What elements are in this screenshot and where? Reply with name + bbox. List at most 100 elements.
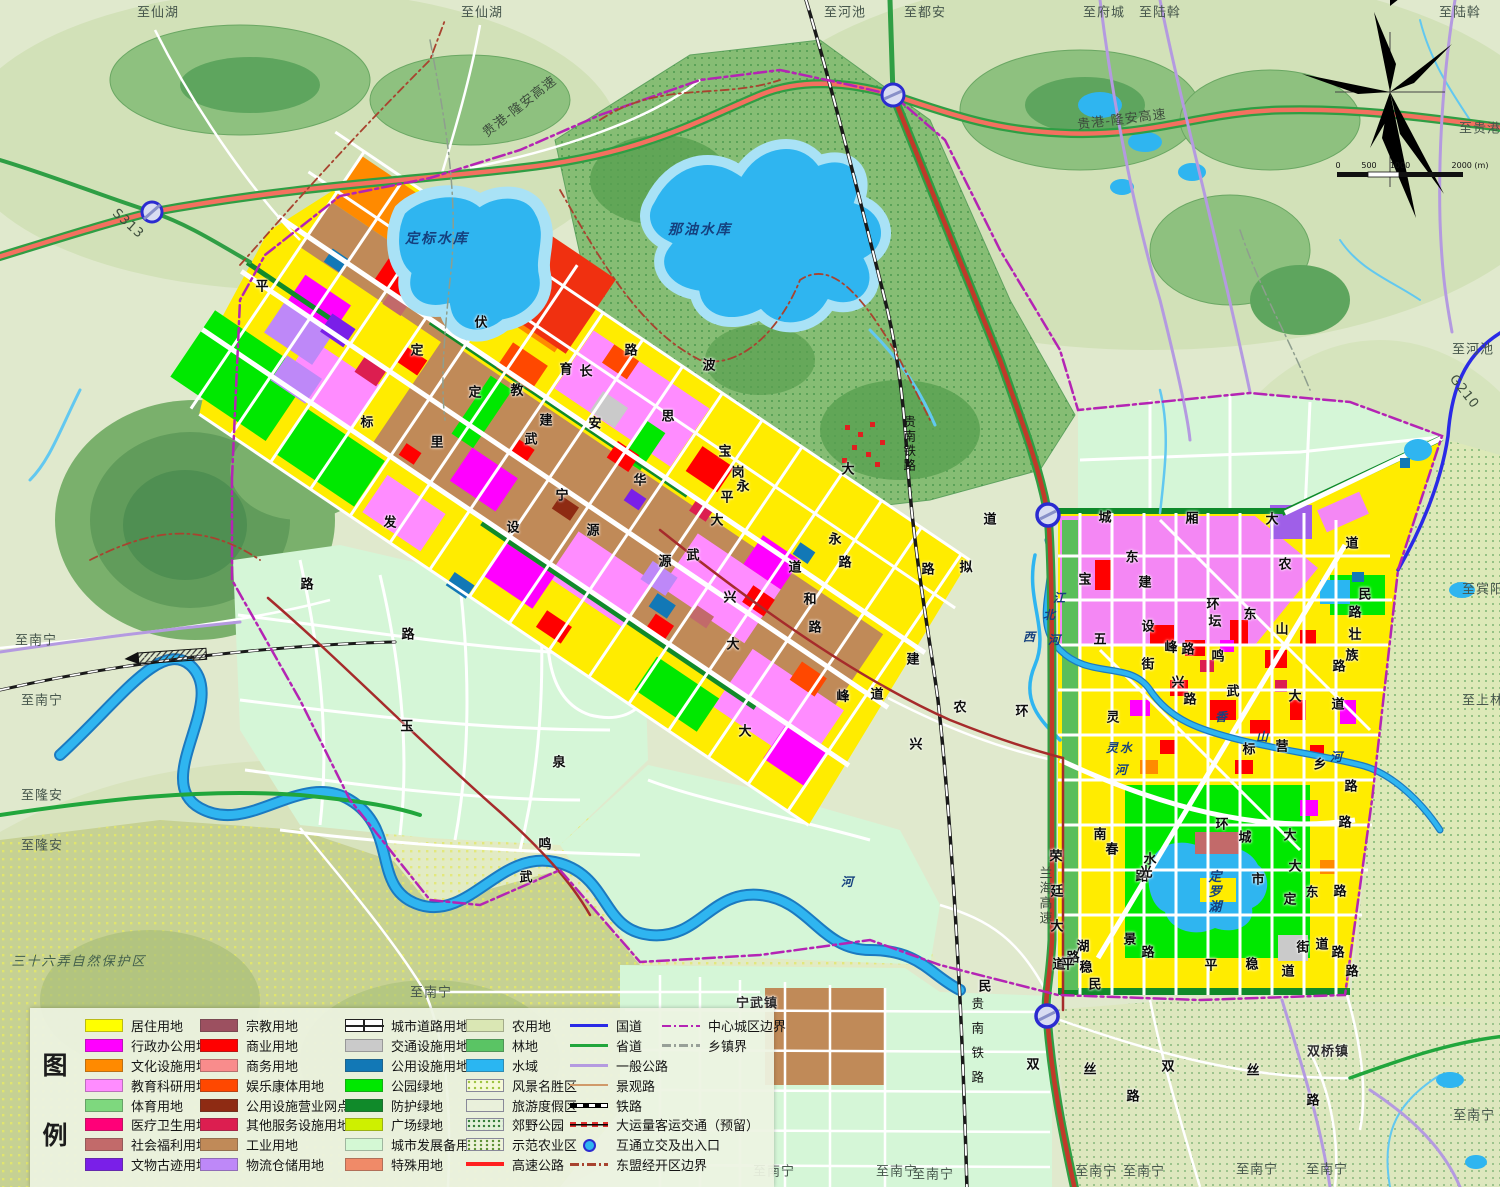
- legend-label: 商务用地: [246, 1056, 298, 1075]
- legend-item: 高速公路: [466, 1155, 577, 1175]
- legend-title-char: 例: [40, 1116, 70, 1152]
- legend-label: 教育科研用地: [131, 1076, 209, 1095]
- legend-label: 景观路: [616, 1076, 655, 1095]
- legend-label: 东盟经开区边界: [616, 1155, 707, 1174]
- legend-swatch-patt-go-icon: [466, 1138, 504, 1151]
- legend-swatch-line-icon: [466, 1162, 504, 1166]
- legend-swatch-fill-icon: [200, 1019, 238, 1032]
- legend-item: 大运量客运交通（预留）: [570, 1115, 759, 1135]
- legend-label: 行政办公用地: [131, 1036, 209, 1055]
- legend-item: 水域: [466, 1056, 577, 1076]
- legend-item: 体育用地: [85, 1095, 209, 1115]
- legend-label: 旅游度假区: [512, 1096, 577, 1115]
- legend-label: 风景名胜区: [512, 1076, 577, 1095]
- legend-label: 大运量客运交通（预留）: [616, 1115, 759, 1134]
- legend-swatch-patt-plus-icon: [466, 1099, 504, 1112]
- legend-swatch-fill-icon: [466, 1019, 504, 1032]
- legend-label: 物流仓储用地: [246, 1155, 324, 1174]
- legend-swatch-bus-icon: [570, 1122, 608, 1127]
- legend-swatch-fill-icon: [200, 1079, 238, 1092]
- legend-item: 行政办公用地: [85, 1036, 209, 1056]
- legend-item: 示范农业区: [466, 1135, 577, 1155]
- legend-label: 示范农业区: [512, 1135, 577, 1154]
- legend-item: 东盟经开区边界: [570, 1155, 759, 1175]
- legend-label: 居住用地: [131, 1016, 183, 1035]
- legend-item: 文物古迹用地: [85, 1155, 209, 1175]
- legend-label: 社会福利用地: [131, 1135, 209, 1154]
- legend-swatch-fill-icon: [85, 1039, 123, 1052]
- legend-swatch-fill-icon: [200, 1059, 238, 1072]
- legend-label: 水域: [512, 1056, 538, 1075]
- legend-item: 城市道路用地: [345, 1016, 482, 1036]
- legend-item: 居住用地: [85, 1016, 209, 1036]
- legend-item: 交通设施用地: [345, 1036, 482, 1056]
- legend-swatch-line-icon: [570, 1084, 608, 1086]
- legend-swatch-road-icon: [345, 1019, 383, 1032]
- legend-swatch-fill-icon: [85, 1079, 123, 1092]
- legend-label: 商业用地: [246, 1036, 298, 1055]
- legend-column: 居住用地行政办公用地文化设施用地教育科研用地体育用地医疗卫生用地社会福利用地文物…: [85, 1016, 209, 1174]
- legend-swatch-fill-icon: [85, 1158, 123, 1171]
- legend-item: 景观路: [570, 1075, 759, 1095]
- legend-item: 医疗卫生用地: [85, 1115, 209, 1135]
- legend-swatch-fill-icon: [200, 1118, 238, 1131]
- legend-swatch-line-icon: [570, 1064, 608, 1067]
- legend-title-char: 图: [40, 1046, 70, 1082]
- legend-label: 乡镇界: [708, 1036, 747, 1055]
- legend-item: 教育科研用地: [85, 1075, 209, 1095]
- legend-swatch-fill-icon: [85, 1019, 123, 1032]
- legend-item: 旅游度假区: [466, 1095, 577, 1115]
- legend-label: 林地: [512, 1036, 538, 1055]
- legend-label: 高速公路: [512, 1155, 564, 1174]
- legend-swatch-fill-icon: [345, 1099, 383, 1112]
- legend-label: 一般公路: [616, 1056, 668, 1075]
- legend-label: 互通立交及出入口: [616, 1135, 720, 1154]
- legend-item: 郊野公园: [466, 1115, 577, 1135]
- legend-swatch-rail-icon: [570, 1103, 608, 1108]
- legend-item: 互通立交及出入口: [570, 1135, 759, 1155]
- legend-item: 中心城区边界: [662, 1016, 786, 1036]
- planning-map: 至仙湖至仙湖至河池至都安至府城至陆斡至陆斡至贵港至河池至宾阳至上林至南宁至南宁至…: [0, 0, 1500, 1187]
- legend-swatch-dashdot-icon: [570, 1163, 608, 1166]
- legend-label: 文化设施用地: [131, 1056, 209, 1075]
- legend-label: 广场绿地: [391, 1115, 443, 1134]
- legend-swatch-fill-icon: [85, 1059, 123, 1072]
- legend-item: 防护绿地: [345, 1095, 482, 1115]
- legend-item: 广场绿地: [345, 1115, 482, 1135]
- legend-swatch-patt-gd-icon: [466, 1118, 504, 1131]
- legend-swatch-patt-y-icon: [466, 1079, 504, 1092]
- legend-label: 公用设施用地: [391, 1056, 469, 1075]
- legend-label: 防护绿地: [391, 1096, 443, 1115]
- legend-swatch-fill-icon: [200, 1099, 238, 1112]
- legend-item: 公园绿地: [345, 1075, 482, 1095]
- legend-swatch-dashdot-icon: [662, 1025, 700, 1028]
- legend-panel: 图 例 居住用地行政办公用地文化设施用地教育科研用地体育用地医疗卫生用地社会福利…: [30, 1008, 774, 1187]
- legend-swatch-fill-icon: [466, 1059, 504, 1072]
- legend-item: 铁路: [570, 1095, 759, 1115]
- legend-swatch-fill-icon: [345, 1158, 383, 1171]
- legend-label: 郊野公园: [512, 1115, 564, 1134]
- legend-swatch-fill-icon: [85, 1099, 123, 1112]
- legend-label: 宗教用地: [246, 1016, 298, 1035]
- legend-label: 工业用地: [246, 1135, 298, 1154]
- legend-label: 省道: [616, 1036, 642, 1055]
- legend-swatch-fill-icon: [85, 1138, 123, 1151]
- legend-item: 乡镇界: [662, 1036, 786, 1056]
- legend-swatch-fill-icon: [466, 1039, 504, 1052]
- legend-swatch-fill-icon: [200, 1039, 238, 1052]
- legend-item: 农用地: [466, 1016, 577, 1036]
- legend-swatch-line-icon: [570, 1044, 608, 1047]
- legend-label: 城市道路用地: [391, 1016, 469, 1035]
- legend-swatch-fill-icon: [200, 1138, 238, 1151]
- legend-item: 城市发展备用地: [345, 1135, 482, 1155]
- scale-bar: [1337, 172, 1463, 177]
- legend-item: 社会福利用地: [85, 1135, 209, 1155]
- legend-label: 中心城区边界: [708, 1016, 786, 1035]
- legend-column: 中心城区边界乡镇界: [662, 1016, 786, 1056]
- legend-swatch-dashdot-icon: [662, 1044, 700, 1047]
- legend-swatch-fill-icon: [200, 1158, 238, 1171]
- legend-item: 特殊用地: [345, 1155, 482, 1175]
- legend-label: 交通设施用地: [391, 1036, 469, 1055]
- legend-item: 林地: [466, 1036, 577, 1056]
- legend-swatch-fill-icon: [345, 1118, 383, 1131]
